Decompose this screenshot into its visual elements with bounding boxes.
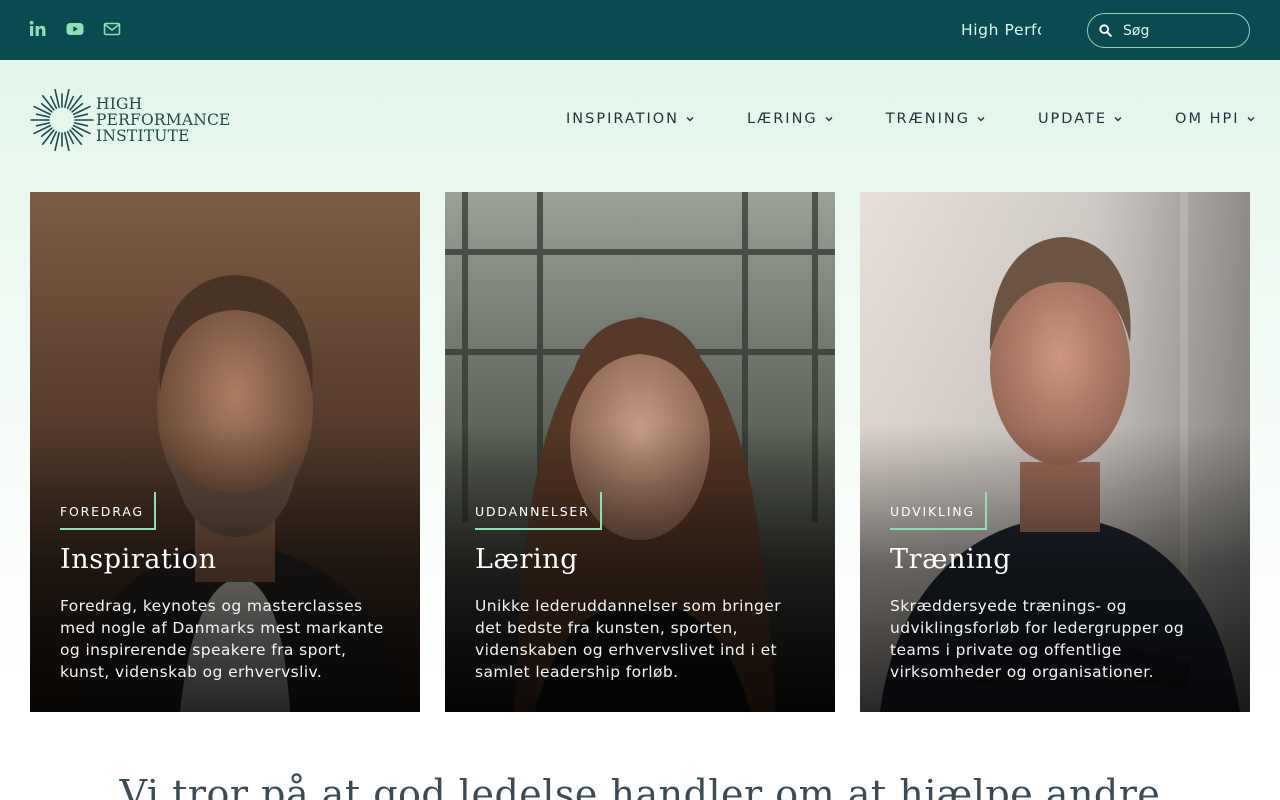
card-description: Unikke lederuddannelser som bringer det … <box>475 597 782 681</box>
card-title: Læring <box>475 544 579 575</box>
sunburst-logo-icon <box>30 88 94 152</box>
search-box <box>1087 13 1250 48</box>
linkedin-icon[interactable] <box>29 20 47 38</box>
nav-label: UPDATE <box>1037 111 1108 127</box>
social-links <box>29 20 121 38</box>
nav-label: LÆRING <box>747 111 818 127</box>
logo-ray <box>35 122 51 127</box>
card-traening[interactable]: UDVIKLING Træning Skræddersyede trænings… <box>860 192 1250 712</box>
card-inspiration[interactable]: FOREDRAG Inspiration Foredrag, keynotes … <box>30 192 420 712</box>
chevron-down-icon <box>977 117 985 122</box>
logo-line-1: HIGH <box>96 95 143 113</box>
chevron-down-icon <box>1247 117 1254 122</box>
logo-line-2: PERFORMANCE <box>96 111 231 129</box>
mail-icon[interactable] <box>103 20 121 38</box>
nav-label: TRÆNING <box>885 111 970 127</box>
top-bar: High Perfo <box>0 0 1280 60</box>
card-tag: UDVIKLING <box>890 492 987 530</box>
nav-label: INSPIRATION <box>566 111 680 127</box>
search-input[interactable] <box>1123 20 1241 42</box>
chevron-down-icon <box>825 117 833 122</box>
card-laering[interactable]: UDDANNELSER Læring Unikke lederuddannels… <box>445 192 835 712</box>
chevron-down-icon <box>686 117 694 122</box>
nav-item-inspiration[interactable]: INSPIRATION <box>566 111 695 127</box>
card-title: Inspiration <box>60 544 217 575</box>
logo-ray <box>35 113 51 118</box>
tagline-heading: Vi tror på at god ledelse handler om at … <box>119 772 1161 800</box>
nav-item-update[interactable]: UPDATE <box>1038 111 1123 127</box>
nav-item-traening[interactable]: TRÆNING <box>886 111 986 127</box>
logo-ray <box>73 113 89 118</box>
news-ticker[interactable]: High Perfo <box>961 21 1041 39</box>
card-tag: FOREDRAG <box>60 492 156 530</box>
card-description: Skræddersyede trænings- og udviklingsfor… <box>890 597 1185 681</box>
card-title: Træning <box>890 544 1012 575</box>
logo-line-3: INSTITUTE <box>96 127 190 145</box>
nav-label: OM HPI <box>1175 111 1240 127</box>
search-icon[interactable] <box>1099 24 1112 37</box>
youtube-icon[interactable] <box>66 20 84 38</box>
card-description: Foredrag, keynotes og masterclasses med … <box>60 597 384 681</box>
chevron-down-icon <box>1114 117 1122 122</box>
main-nav: INSPIRATION LÆRING TRÆNING UPDATE OM HPI <box>566 111 1256 127</box>
logo-ray <box>54 88 60 109</box>
logo-ray <box>64 131 70 152</box>
logo-ray <box>73 122 89 127</box>
site-logo[interactable]: HIGH PERFORMANCE INSTITUTE <box>30 88 231 152</box>
logo-ray <box>54 131 60 152</box>
logo-ray <box>64 88 70 109</box>
nav-item-laering[interactable]: LÆRING <box>747 111 834 127</box>
nav-item-om-hpi[interactable]: OM HPI <box>1175 111 1255 127</box>
logo-text: HIGH PERFORMANCE INSTITUTE <box>96 96 231 144</box>
card-tag: UDDANNELSER <box>475 492 602 530</box>
